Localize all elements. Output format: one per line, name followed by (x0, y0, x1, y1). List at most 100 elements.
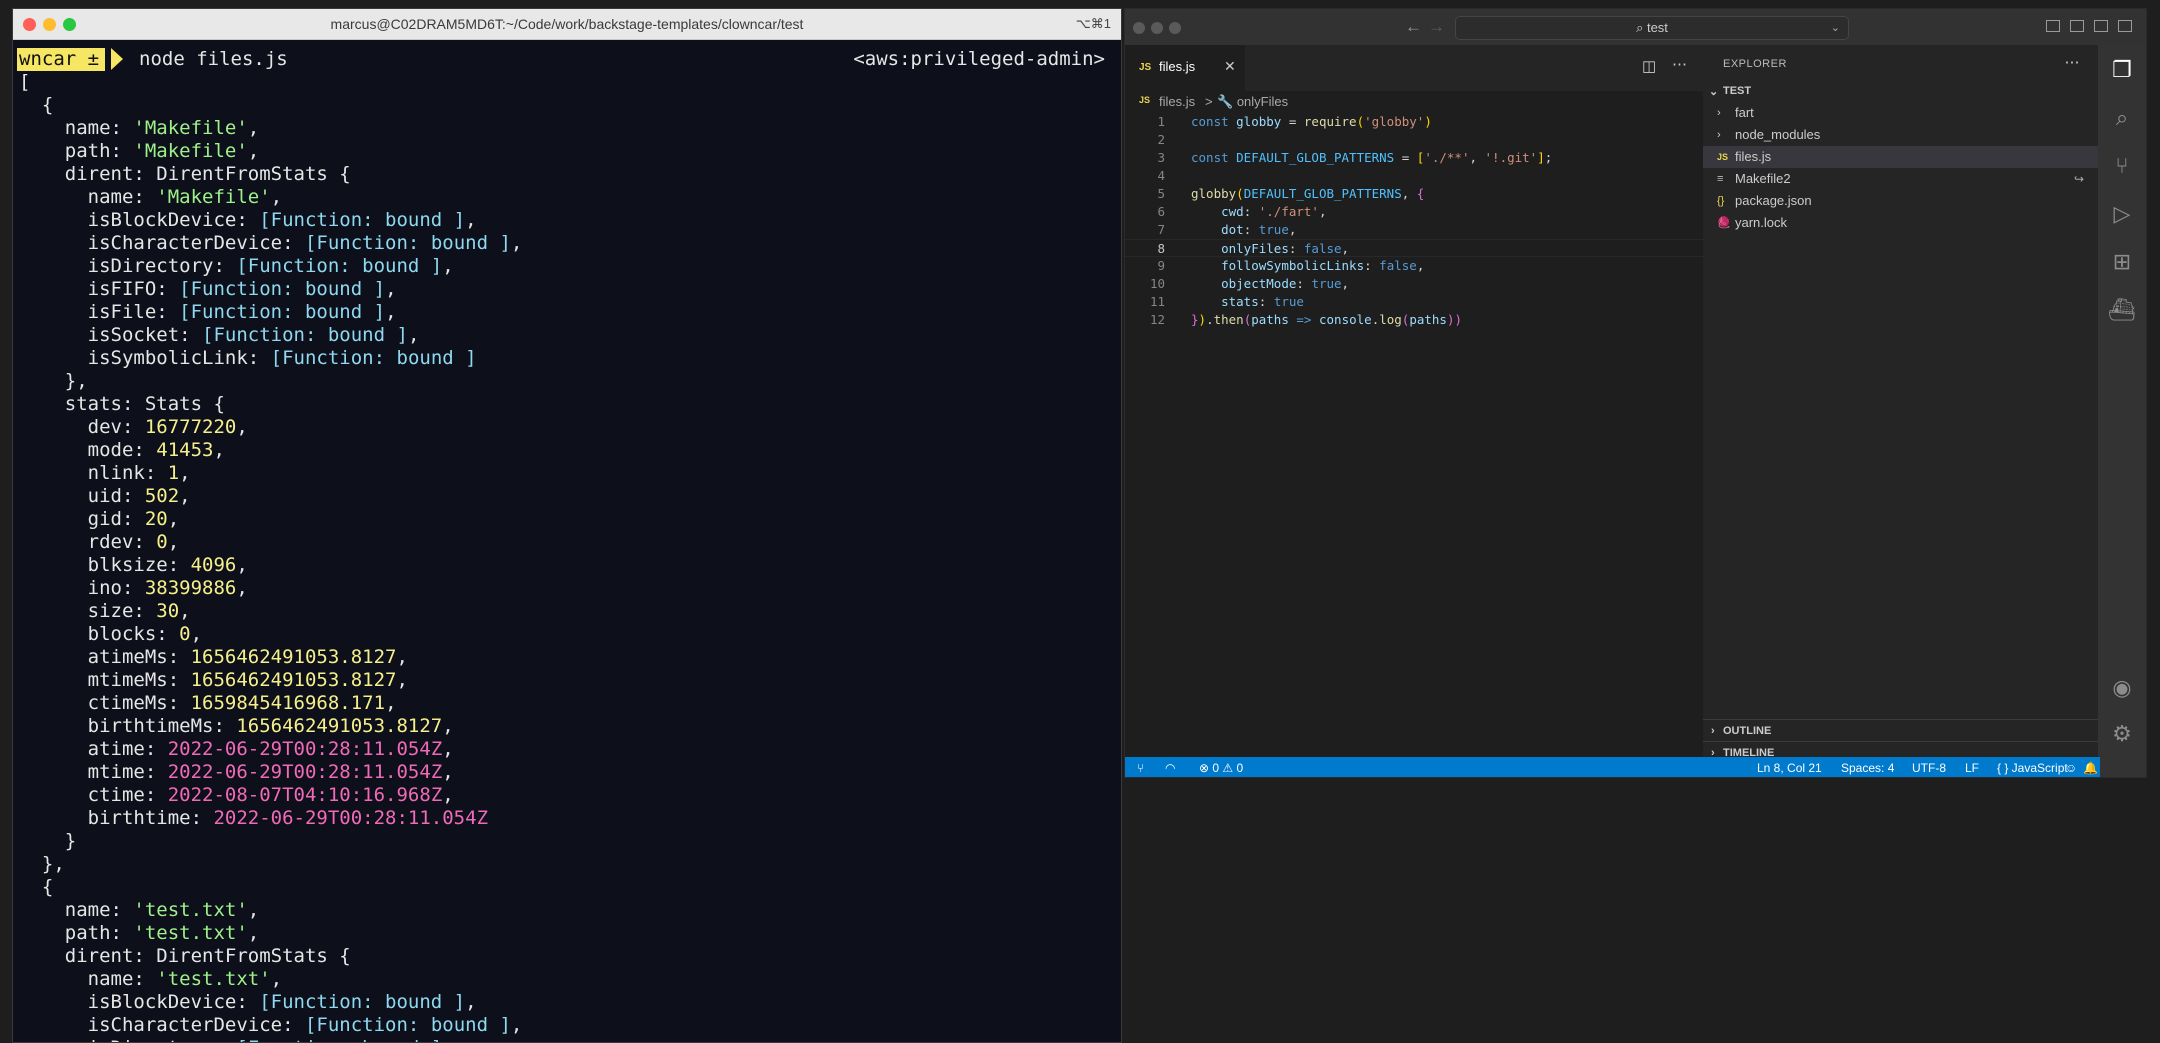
toggle-primary-sidebar-icon[interactable] (2046, 20, 2060, 32)
forward-arrow-icon[interactable]: → (1428, 17, 1445, 37)
chevron-down-icon[interactable]: ⌄ (1831, 17, 1840, 39)
workspace-folder[interactable]: ⌄ TEST (1703, 80, 2100, 102)
code-line[interactable]: 9 followSymbolicLinks: false, (1125, 257, 1703, 275)
code-token: , (1318, 204, 1327, 219)
code-token: './fart' (1258, 204, 1319, 219)
command-center-search[interactable]: ⌕ test ⌄ (1455, 16, 1849, 40)
terminal-line: }, (19, 853, 522, 876)
explorer-sidebar[interactable]: EXPLORER ⋯ ⌄ TEST › fart › node_modules JS fi… (1703, 45, 2100, 759)
split-editor-icon[interactable]: ◫ (1642, 57, 1656, 75)
terminal-window[interactable]: marcus@C02DRAM5MD6T:~/Code/work/backstag… (12, 8, 1122, 1043)
symlink-icon: ↪ (2073, 172, 2084, 186)
problems-indicator[interactable]: ⊗ 0 ⚠ 0 (1199, 761, 1243, 775)
terminal-token: , (179, 485, 191, 507)
docker-icon[interactable]: ⛴ (2098, 297, 2146, 323)
vscode-window[interactable]: ← → ⌕ test ⌄ JS files.js ✕ ◫ ⋯ JS files.… (1124, 8, 2147, 778)
account-icon[interactable]: ◉ (2098, 675, 2146, 701)
code-line[interactable]: 5 globby(DEFAULT_GLOB_PATTERNS, { (1125, 185, 1703, 203)
close-window-button[interactable] (1133, 22, 1145, 34)
code-line[interactable]: 10 objectMode: true, (1125, 275, 1703, 293)
terminal-line: birthtimeMs: 1656462491053.8127, (19, 715, 522, 738)
code-token: } (1191, 312, 1199, 327)
code-editor[interactable]: 1 const globby = require('globby') 2 3 const… (1125, 113, 1703, 329)
terminal-token: , (167, 508, 180, 530)
code-line[interactable]: 11 stats: true (1125, 293, 1703, 311)
terminal-token: isSocket: (19, 324, 203, 346)
terminal-token: nlink: (19, 462, 168, 484)
search-icon[interactable]: ⌕ (2098, 105, 2146, 131)
breadcrumb-file[interactable]: files.js (1159, 94, 1195, 109)
code-token: ) (1446, 312, 1455, 327)
source-control-icon[interactable]: ⑂ (2098, 153, 2146, 179)
tree-item-makefile2[interactable]: ≡ Makefile2 ↪ (1703, 168, 2100, 190)
feedback-icon[interactable]: ☺ (2065, 761, 2077, 775)
terminal-token: [Function: bound ] (304, 1014, 511, 1036)
terminal-token: , (213, 439, 225, 461)
activity-bar: ❐ ⌕ ⑂ ▷ ⊞ ⛴ ◉ ⚙ (2098, 45, 2146, 777)
end-of-line[interactable]: LF (1965, 761, 1979, 775)
terminal-token: name: (19, 186, 157, 208)
minimize-window-button[interactable] (1151, 22, 1163, 34)
close-tab-icon[interactable]: ✕ (1224, 58, 1236, 75)
back-arrow-icon[interactable]: ← (1405, 17, 1422, 37)
code-token: onlyFiles (1221, 241, 1289, 256)
terminal-token: [Function: bound ] (270, 347, 477, 369)
code-line[interactable]: 2 (1125, 131, 1703, 149)
tab-files-js[interactable]: JS files.js ✕ (1125, 45, 1245, 91)
tree-item-fart[interactable]: › fart (1703, 102, 2100, 124)
cursor-position[interactable]: Ln 8, Col 21 (1757, 761, 1822, 775)
code-token: : (1364, 258, 1380, 273)
code-token: globby (1236, 114, 1282, 129)
code-token: { (1416, 186, 1425, 201)
tree-item-label: Makefile2 (1735, 171, 1791, 186)
code-token: objectMode (1221, 276, 1297, 291)
code-text: onlyFiles: false, (1191, 240, 1349, 258)
code-line[interactable]: 6 cwd: './fart', (1125, 203, 1703, 221)
breadcrumb-symbol[interactable]: 🔧 onlyFiles (1217, 94, 1288, 110)
code-text: dot: true, (1191, 221, 1296, 239)
remote-icon[interactable]: ⑂ (1137, 761, 1144, 775)
terminal-token: rdev: (19, 531, 157, 553)
explorer-icon[interactable]: ❐ (2098, 57, 2146, 83)
code-line[interactable]: 12}).then(paths => console.log(paths)) (1125, 311, 1703, 329)
terminal-token: , (442, 738, 454, 760)
code-line[interactable]: 7 dot: true, (1125, 221, 1703, 239)
notifications-icon[interactable]: 🔔 (2083, 761, 2098, 775)
code-text: }).then(paths => console.log(paths)) (1191, 311, 1462, 329)
terminal-line: atime: 2022-06-29T00:28:11.054Z, (19, 738, 522, 761)
toggle-secondary-sidebar-icon[interactable] (2094, 20, 2108, 32)
terminal-token: 'test.txt' (133, 922, 248, 944)
code-token: true (1311, 276, 1342, 291)
extensions-icon[interactable]: ⊞ (2098, 249, 2146, 275)
more-actions-icon[interactable]: ⋯ (1672, 55, 1687, 73)
terminal-line: birthtime: 2022-06-29T00:28:11.054Z (19, 807, 522, 830)
encoding[interactable]: UTF-8 (1912, 761, 1946, 775)
toggle-panel-icon[interactable] (2070, 20, 2084, 32)
language-mode[interactable]: { } JavaScript (1997, 761, 2068, 775)
terminal-output[interactable]: wncar ± node files.js <aws:privileged-ad… (13, 40, 1121, 1042)
indentation[interactable]: Spaces: 4 (1841, 761, 1894, 775)
more-actions-icon[interactable]: ⋯ (2065, 53, 2081, 71)
terminal-token: , (236, 416, 248, 438)
code-line[interactable]: 8 onlyFiles: false, (1125, 239, 1703, 257)
tree-item-package-json[interactable]: {} package.json (1703, 190, 2100, 212)
tree-item-node-modules[interactable]: › node_modules (1703, 124, 2100, 146)
code-line[interactable]: 3 const DEFAULT_GLOB_PATTERNS = ['./**', … (1125, 149, 1703, 167)
customize-layout-icon[interactable] (2118, 20, 2132, 32)
code-text: globby(DEFAULT_GLOB_PATTERNS, { (1191, 185, 1424, 203)
code-line[interactable]: 4 (1125, 167, 1703, 185)
terminal-line: dev: 16777220, (19, 416, 522, 439)
terminal-token: blocks: (19, 623, 180, 645)
outline-label: OUTLINE (1723, 725, 1772, 737)
tree-item-files-js[interactable]: JS files.js (1703, 146, 2100, 168)
zoom-window-button[interactable] (1169, 22, 1181, 34)
terminal-line: blocks: 0, (19, 623, 522, 646)
tree-item-yarn-lock[interactable]: 🧶 yarn.lock (1703, 212, 2100, 234)
code-line[interactable]: 1 const globby = require('globby') (1125, 113, 1703, 131)
run-debug-icon[interactable]: ▷ (2098, 201, 2146, 227)
outline-section[interactable]: › OUTLINE (1703, 719, 2100, 742)
live-share-icon[interactable]: ◠ (1165, 761, 1175, 775)
editor-group[interactable]: JS files.js ✕ ◫ ⋯ JS files.js > 🔧 onlyFi… (1125, 45, 1703, 757)
gear-icon[interactable]: ⚙ (2098, 721, 2146, 747)
